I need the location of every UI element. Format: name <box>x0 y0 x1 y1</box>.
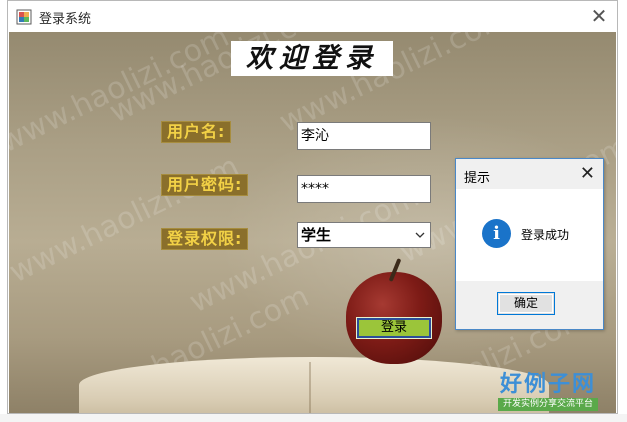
password-field[interactable]: **** <box>297 175 431 203</box>
chevron-down-icon[interactable] <box>413 228 427 242</box>
app-icon <box>16 9 32 25</box>
ok-button[interactable]: 确定 <box>497 292 555 315</box>
watermark: www.haolizi.com <box>9 148 245 291</box>
message-dialog: 提示 ✕ i 登录成功 确定 <box>455 158 604 330</box>
logo-sub-text: 开发实例分享交流平台 <box>498 398 598 411</box>
role-label: 登录权限: <box>161 228 249 250</box>
logo-main-text: 好例子网 <box>499 371 596 397</box>
dialog-title: 提示 <box>464 171 491 186</box>
close-icon[interactable]: ✕ <box>585 3 613 29</box>
username-field[interactable]: 李沁 <box>297 122 431 150</box>
site-logo: 好例子网 开发实例分享交流平台 <box>496 371 600 413</box>
dialog-body: i 登录成功 <box>456 189 603 281</box>
role-select-value: 学生 <box>301 226 332 244</box>
role-select[interactable]: 学生 <box>297 222 431 248</box>
dialog-message: 登录成功 <box>521 228 570 242</box>
book-spine <box>309 362 311 413</box>
password-label: 用户密码: <box>161 174 249 196</box>
login-button[interactable]: 登录 <box>356 317 432 339</box>
dialog-close-icon[interactable]: ✕ <box>580 162 595 186</box>
username-label: 用户名: <box>161 121 232 143</box>
welcome-heading: 欢迎登录 <box>231 41 393 76</box>
title-bar: 登录系统 ✕ <box>8 1 617 32</box>
info-icon: i <box>482 219 511 248</box>
window-title: 登录系统 <box>39 12 92 27</box>
background-strip <box>0 414 627 422</box>
book-image <box>79 357 549 413</box>
